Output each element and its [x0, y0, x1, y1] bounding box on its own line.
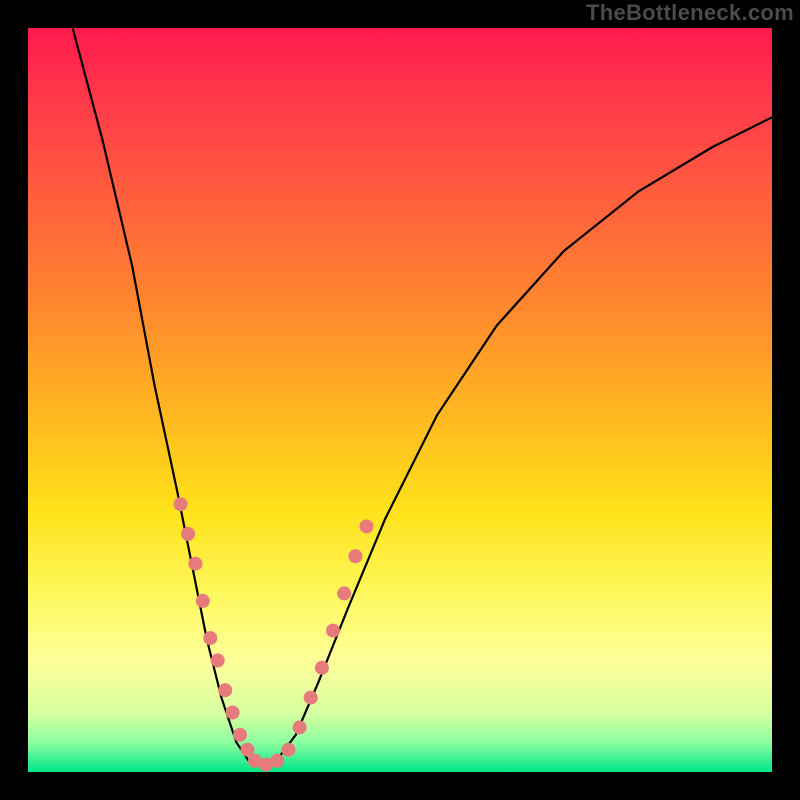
curve-marker — [304, 691, 318, 705]
curve-marker — [293, 720, 307, 734]
curve-marker — [337, 586, 351, 600]
chart-frame: TheBottleneck.com — [0, 0, 800, 800]
curve-marker — [326, 624, 340, 638]
curve-marker — [211, 653, 225, 667]
curve-marker — [226, 706, 240, 720]
curve-marker — [196, 594, 210, 608]
curve-marker — [315, 661, 329, 675]
chart-svg — [28, 28, 772, 772]
curve-marker — [181, 527, 195, 541]
curve-marker — [360, 520, 374, 534]
curve-marker — [348, 549, 362, 563]
watermark-label: TheBottleneck.com — [586, 0, 794, 26]
curve-marker — [203, 631, 217, 645]
curve-marker — [270, 754, 284, 768]
curve-marker — [233, 728, 247, 742]
curve-marker — [188, 557, 202, 571]
plot-area — [28, 28, 772, 772]
curve-markers — [174, 497, 374, 771]
curve-marker — [174, 497, 188, 511]
bottleneck-curve — [73, 28, 772, 765]
curve-marker — [281, 743, 295, 757]
curve-marker — [218, 683, 232, 697]
